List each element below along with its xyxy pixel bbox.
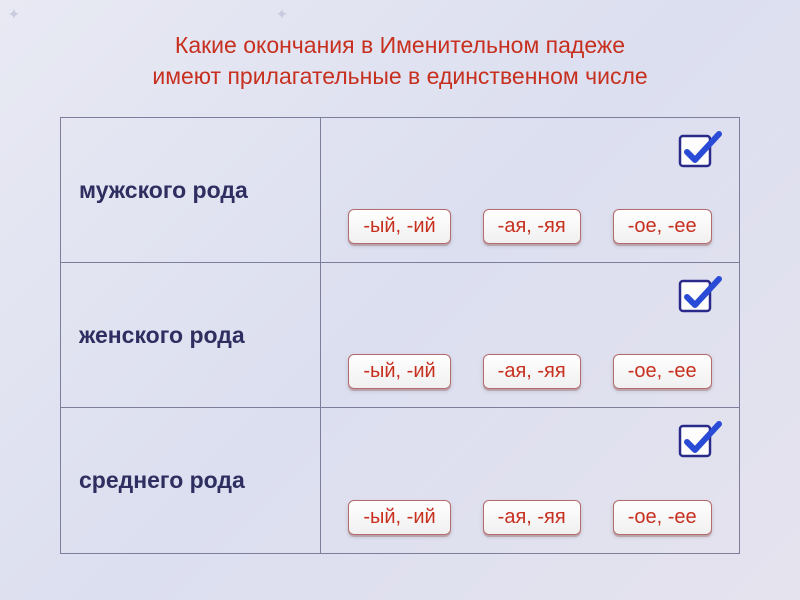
- sparkle-icon: ✦: [8, 6, 20, 23]
- gender-label-cell: среднего рода: [61, 408, 321, 553]
- sparkle-icon: ✦: [276, 6, 288, 23]
- checkbox-icon[interactable]: [677, 275, 723, 315]
- sparkle-icon: ✦: [8, 6, 20, 23]
- sparkle-icon: ✦: [8, 6, 20, 23]
- gender-label: женского рода: [79, 322, 245, 349]
- gender-label-cell: мужского рода: [61, 118, 321, 262]
- table-row: ✦ ✦ женского рода -ый, -ий -ая, -яя -ое,…: [61, 263, 739, 408]
- sparkle-icon: ✦: [276, 6, 288, 23]
- options-cell: -ый, -ий -ая, -яя -ое, -ее: [321, 263, 739, 407]
- options-cell: -ый, -ий -ая, -яя -ое, -ее: [321, 118, 739, 262]
- table-row: ✦ ✦ среднего рода -ый, -ий -ая, -яя -ое,…: [61, 408, 739, 553]
- grammar-table: ✦ ✦ мужского рода -ый, -ий -ая, -яя -ое,…: [60, 117, 740, 554]
- page-title: Какие окончания в Именительном падеже им…: [60, 30, 740, 92]
- options-cell: -ый, -ий -ая, -яя -ое, -ее: [321, 408, 739, 553]
- checkbox-icon[interactable]: [677, 130, 723, 170]
- gender-label: среднего рода: [79, 467, 245, 494]
- gender-label: мужского рода: [79, 177, 248, 204]
- ending-option[interactable]: -ое, -ее: [613, 500, 712, 535]
- ending-option[interactable]: -ый, -ий: [348, 354, 450, 389]
- title-line-2: имеют прилагательные в единственном числ…: [152, 63, 647, 89]
- ending-option[interactable]: -ая, -яя: [483, 500, 581, 535]
- ending-option[interactable]: -ый, -ий: [348, 209, 450, 244]
- title-line-1: Какие окончания в Именительном падеже: [175, 32, 625, 58]
- sparkle-icon: ✦: [276, 6, 288, 23]
- gender-label-cell: женского рода: [61, 263, 321, 407]
- ending-option[interactable]: -ое, -ее: [613, 354, 712, 389]
- checkbox-icon[interactable]: [677, 420, 723, 460]
- ending-option[interactable]: -ый, -ий: [348, 500, 450, 535]
- table-row: ✦ ✦ мужского рода -ый, -ий -ая, -яя -ое,…: [61, 118, 739, 263]
- ending-option[interactable]: -ая, -яя: [483, 354, 581, 389]
- ending-option[interactable]: -ое, -ее: [613, 209, 712, 244]
- ending-option[interactable]: -ая, -яя: [483, 209, 581, 244]
